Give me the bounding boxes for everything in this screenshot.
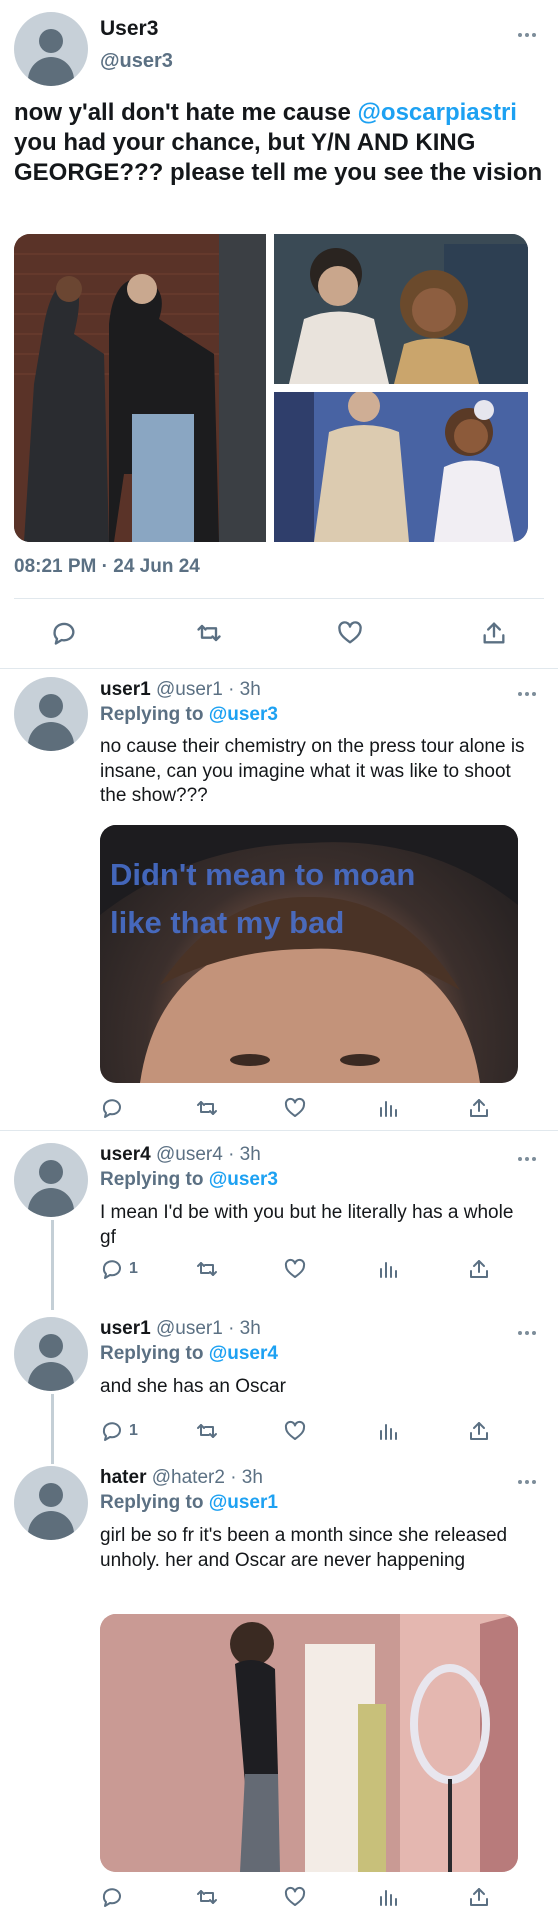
reply-author[interactable]: user1 @user1 · 3h [100,679,261,701]
reply-count: 1 [129,1260,138,1277]
tweet-text: now y'all don't hate me cause @oscarpias… [14,98,544,188]
retweet-icon[interactable] [194,618,224,648]
tweet-text-part: you had your chance, but Y/N AND KING GE… [14,129,543,186]
retweet-icon[interactable] [192,1882,222,1912]
reply-author[interactable]: hater @hater2 · 3h [100,1467,263,1489]
retweet-icon[interactable] [192,1416,222,1446]
share-icon[interactable] [479,618,509,648]
reply-meta: @user4 · 3h [150,1144,261,1165]
reply-text: girl be so fr it's been a month since sh… [100,1525,508,1571]
share-icon[interactable] [464,1093,494,1123]
replying-label: Replying to [100,704,209,725]
photo-2[interactable] [274,234,528,384]
reply-icon[interactable] [97,1882,127,1912]
reply-tweet: user4 @user4 · 3h Replying to @user3 I m… [0,1131,558,1301]
analytics-icon[interactable] [373,1093,403,1123]
photo-3[interactable] [274,392,528,542]
tweet-text-part: now y'all don't hate me cause [14,99,358,126]
photo-1[interactable] [14,234,266,542]
like-icon[interactable] [280,1416,310,1446]
replying-mention[interactable]: @user3 [209,1169,278,1190]
retweet-icon[interactable] [192,1093,222,1123]
avatar[interactable] [14,1317,88,1391]
avatar[interactable] [14,12,88,86]
replying-mention[interactable]: @user1 [209,1492,278,1513]
reply-text: no cause their chemistry on the press to… [100,736,525,806]
more-icon[interactable] [513,28,543,42]
avatar[interactable] [14,677,88,751]
reply-author-name: hater [100,1467,147,1488]
tweet-timestamp[interactable]: 08:21 PM · 24 Jun 24 [14,556,200,578]
like-icon[interactable] [280,1093,310,1123]
reply-author[interactable]: user4 @user4 · 3h [100,1144,261,1166]
reply-icon[interactable] [97,1254,127,1284]
more-icon[interactable] [513,1475,543,1489]
author-handle[interactable]: @user3 [100,50,173,73]
replying-mention[interactable]: @user4 [209,1343,278,1364]
mention-link[interactable]: @oscarpiastri [358,99,517,126]
replying-to: Replying to @user3 [100,704,278,726]
reply-tweet: hater @hater2 · 3h Replying to @user1 gi… [0,1454,558,1920]
reply-author[interactable]: user1 @user1 · 3h [100,1318,261,1340]
reply-gif[interactable] [100,1614,518,1872]
avatar[interactable] [14,1466,88,1540]
reply-tweet: user1 @user1 · 3h Replying to @user3 no … [0,669,558,1130]
reply-gif[interactable]: Didn't mean to moan like that my bad [100,825,518,1083]
gif-caption-line-1: Didn't mean to moan [110,857,416,892]
replying-label: Replying to [100,1169,209,1190]
more-icon[interactable] [513,1326,543,1340]
retweet-icon[interactable] [192,1254,222,1284]
author-name[interactable]: User3 [100,17,158,41]
replying-mention[interactable]: @user3 [209,704,278,725]
reply-meta: @user1 · 3h [150,679,261,700]
analytics-icon[interactable] [373,1254,403,1284]
replying-label: Replying to [100,1343,209,1364]
reply-author-name: user1 [100,1318,151,1339]
share-icon[interactable] [464,1416,494,1446]
reply-author-name: user4 [100,1144,151,1165]
media-grid [14,234,528,542]
reply-meta: @user1 · 3h [150,1318,261,1339]
analytics-icon[interactable] [373,1882,403,1912]
reply-icon[interactable] [97,1416,127,1446]
reply-icon[interactable] [97,1093,127,1123]
reply-meta: @hater2 · 3h [146,1467,263,1488]
replying-to: Replying to @user1 [100,1492,278,1514]
reply-text: and she has an Oscar [100,1376,286,1397]
gif-caption-line-2: like that my bad [110,905,345,940]
analytics-icon[interactable] [373,1416,403,1446]
replying-to: Replying to @user4 [100,1343,278,1365]
replying-label: Replying to [100,1492,209,1513]
more-icon[interactable] [513,1152,543,1166]
more-icon[interactable] [513,687,543,701]
reply-icon[interactable] [49,618,79,648]
like-icon[interactable] [280,1882,310,1912]
reply-count: 1 [129,1422,138,1439]
like-icon[interactable] [335,618,365,648]
divider [14,598,544,599]
reply-author-name: user1 [100,679,151,700]
share-icon[interactable] [464,1882,494,1912]
main-tweet: User3 @user3 now y'all don't hate me cau… [0,0,558,668]
reply-tweet: user1 @user1 · 3h Replying to @user4 and… [0,1305,558,1450]
replying-to: Replying to @user3 [100,1169,278,1191]
like-icon[interactable] [280,1254,310,1284]
reply-text: I mean I'd be with you but he literally … [100,1202,514,1248]
share-icon[interactable] [464,1254,494,1284]
avatar[interactable] [14,1143,88,1217]
